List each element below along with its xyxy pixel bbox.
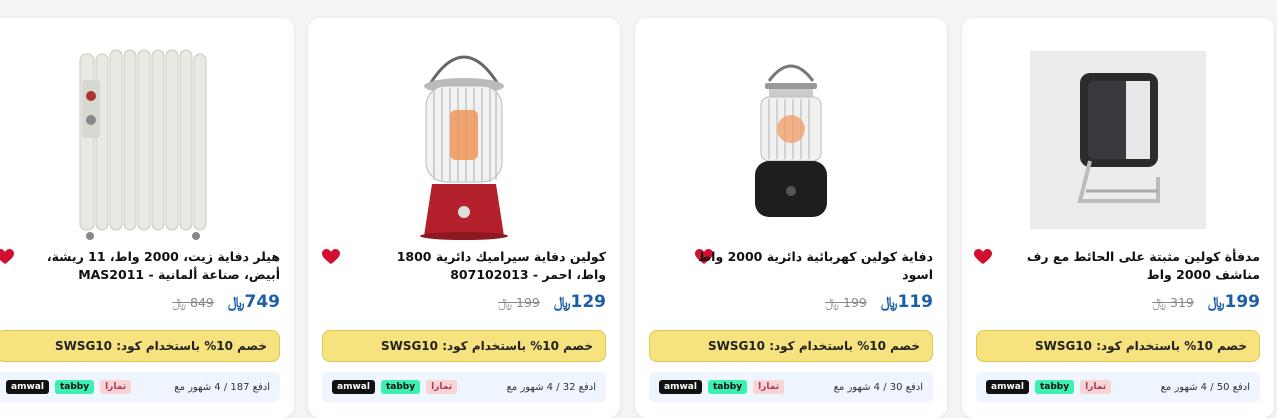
- round-heater-image[interactable]: [703, 40, 879, 240]
- current-price: 199﷼: [1207, 292, 1260, 312]
- current-price: 129﷼: [553, 292, 606, 312]
- payment-badges: amwal tabby تمارا: [659, 380, 785, 394]
- product-title[interactable]: مدفأة كولين مثبتة على الحائط مع رف مناشف…: [1020, 248, 1260, 284]
- installment-text: ادفع 187 / 4 شهور مع: [174, 381, 270, 393]
- currency-symbol: ﷼: [880, 293, 898, 311]
- product-card[interactable]: دفاية كولين كهربائية دائرية 2000 واط اسو…: [635, 18, 947, 418]
- amwal-logo: amwal: [6, 380, 49, 394]
- favorite-heart-icon[interactable]: [322, 249, 340, 265]
- coupon-banner[interactable]: خصم 10% باستخدام كود: SWSG10: [322, 330, 606, 362]
- currency-symbol: ﷼: [553, 293, 571, 311]
- currency-symbol: ﷼: [1207, 293, 1225, 311]
- installment-bar[interactable]: ادفع 187 / 4 شهور مع amwal tabby تمارا: [0, 372, 280, 402]
- installment-text: ادفع 30 / 4 شهور مع: [833, 381, 923, 393]
- product-card[interactable]: كولين دفاية سيراميك دائرية 1800 واط، احم…: [308, 18, 620, 418]
- coupon-banner[interactable]: خصم 10% باستخدام كود: SWSG10: [0, 330, 280, 362]
- tabby-logo: tabby: [54, 380, 95, 394]
- price-row: 129﷼ 199 ﷼: [498, 292, 606, 312]
- oil-heater-image[interactable]: [50, 40, 226, 240]
- old-price: 199 ﷼: [825, 295, 867, 310]
- installment-text: ادفع 32 / 4 شهور مع: [506, 381, 596, 393]
- product-title[interactable]: كولين دفاية سيراميك دائرية 1800 واط، احم…: [366, 248, 606, 284]
- installment-bar[interactable]: ادفع 30 / 4 شهور مع amwal tabby تمارا: [649, 372, 933, 402]
- amwal-logo: amwal: [659, 380, 702, 394]
- amwal-logo: amwal: [332, 380, 375, 394]
- current-price: 749﷼: [227, 292, 280, 312]
- current-price: 119﷼: [880, 292, 933, 312]
- tabby-logo: tabby: [707, 380, 748, 394]
- product-title[interactable]: هيلر دفاية زيت، 2000 واط، 11 ريشة، أبيض،…: [40, 248, 280, 284]
- coupon-banner[interactable]: خصم 10% باستخدام كود: SWSG10: [649, 330, 933, 362]
- ceramic-heater-image[interactable]: [376, 40, 552, 240]
- payment-badges: amwal tabby تمارا: [332, 380, 458, 394]
- tamara-logo: تمارا: [426, 380, 458, 394]
- price-row: 199﷼ 319 ﷼: [1152, 292, 1260, 312]
- old-price: 849 ﷼: [172, 295, 214, 310]
- payment-badges: amwal tabby تمارا: [986, 380, 1112, 394]
- tabby-logo: tabby: [380, 380, 421, 394]
- payment-badges: amwal tabby تمارا: [6, 380, 132, 394]
- tamara-logo: تمارا: [100, 380, 132, 394]
- currency-symbol: ﷼: [227, 293, 245, 311]
- amwal-logo: amwal: [986, 380, 1029, 394]
- price-row: 119﷼ 199 ﷼: [825, 292, 933, 312]
- tabby-logo: tabby: [1034, 380, 1075, 394]
- price-row: 749﷼ 849 ﷼: [172, 292, 280, 312]
- tamara-logo: تمارا: [753, 380, 785, 394]
- old-price: 199 ﷼: [498, 295, 540, 310]
- product-card[interactable]: مدفأة كولين مثبتة على الحائط مع رف مناشف…: [962, 18, 1274, 418]
- old-price: 319 ﷼: [1152, 295, 1194, 310]
- installment-bar[interactable]: ادفع 32 / 4 شهور مع amwal tabby تمارا: [322, 372, 606, 402]
- wall-heater-image[interactable]: [1030, 40, 1206, 240]
- tamara-logo: تمارا: [1080, 380, 1112, 394]
- product-card[interactable]: هيلر دفاية زيت، 2000 واط، 11 ريشة، أبيض،…: [0, 18, 294, 418]
- installment-text: ادفع 50 / 4 شهور مع: [1160, 381, 1250, 393]
- coupon-banner[interactable]: خصم 10% باستخدام كود: SWSG10: [976, 330, 1260, 362]
- favorite-heart-icon[interactable]: [974, 249, 992, 265]
- product-title[interactable]: دفاية كولين كهربائية دائرية 2000 واط اسو…: [693, 248, 933, 284]
- installment-bar[interactable]: ادفع 50 / 4 شهور مع amwal tabby تمارا: [976, 372, 1260, 402]
- favorite-heart-icon[interactable]: [0, 249, 14, 265]
